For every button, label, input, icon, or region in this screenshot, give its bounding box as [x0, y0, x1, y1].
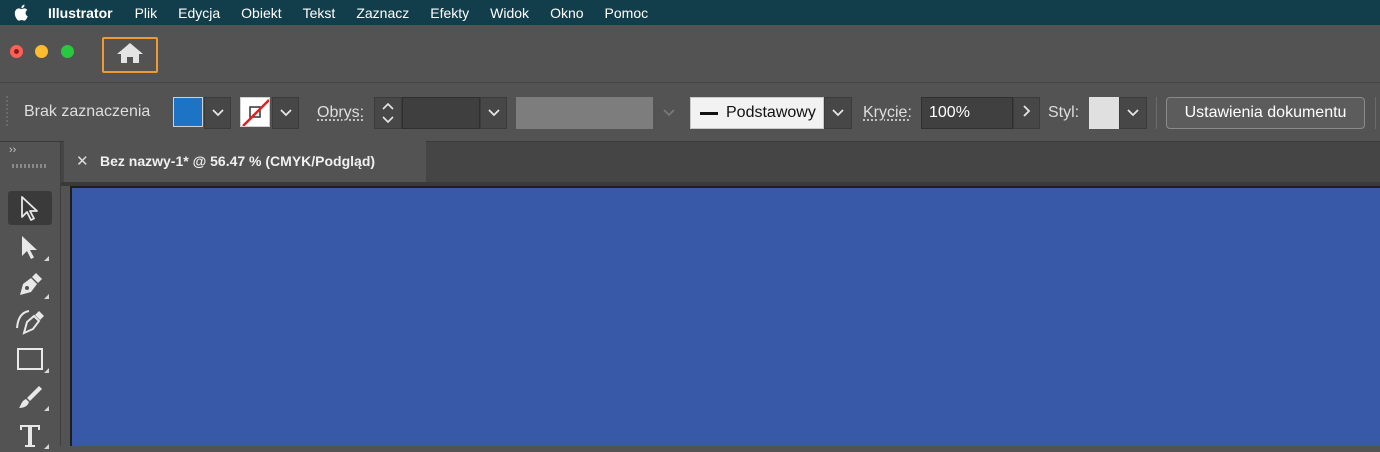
home-icon [116, 42, 144, 69]
stroke-weight-stepper[interactable] [374, 97, 402, 129]
direct-selection-tool[interactable] [8, 230, 52, 264]
type-tool-icon [17, 422, 43, 448]
home-button[interactable] [102, 37, 158, 73]
graphic-style-swatch[interactable] [1089, 97, 1119, 129]
selection-tool-icon [18, 195, 42, 221]
type-tool[interactable] [8, 418, 52, 452]
brush-stroke-icon [700, 112, 718, 115]
close-window-button[interactable] [10, 45, 23, 58]
apple-logo-icon[interactable] [14, 4, 32, 22]
curvature-tool-icon [15, 308, 45, 336]
brush-definition-label: Podstawowy [726, 104, 816, 122]
zoom-window-button[interactable] [61, 45, 74, 58]
window-title-bar [0, 25, 1380, 81]
menu-pomoc[interactable]: Pomoc [605, 5, 649, 21]
no-stroke-icon [241, 98, 270, 127]
menu-tekst[interactable]: Tekst [303, 5, 336, 21]
stroke-label[interactable]: Obrys: [317, 104, 364, 122]
pen-tool-icon [17, 272, 43, 298]
direct-selection-tool-icon [18, 234, 42, 260]
menu-plik[interactable]: Plik [135, 5, 158, 21]
chevron-down-icon [832, 104, 844, 122]
document-tab[interactable]: ✕ Bez nazwy-1* @ 56.47 % (CMYK/Podgląd) [64, 140, 426, 182]
brush-definition-field[interactable]: Podstawowy [690, 97, 824, 129]
close-tab-icon[interactable]: ✕ [76, 152, 90, 170]
stroke-weight-input[interactable] [402, 97, 480, 129]
opacity-input[interactable]: 100% [921, 97, 1013, 129]
menu-app-name[interactable]: Illustrator [48, 5, 113, 21]
opacity-value: 100% [929, 104, 970, 122]
menu-zaznacz[interactable]: Zaznacz [356, 5, 409, 21]
variable-width-profile-field [516, 97, 653, 129]
selection-tool[interactable] [8, 191, 52, 225]
rectangle-tool-icon [16, 347, 44, 371]
stroke-dropdown-button[interactable] [272, 97, 299, 129]
menu-edycja[interactable]: Edycja [178, 5, 220, 21]
menu-widok[interactable]: Widok [490, 5, 529, 21]
selection-status-label: Brak zaznaczenia [24, 103, 150, 121]
tools-panel-grip[interactable] [12, 164, 46, 168]
stroke-color-swatch[interactable] [240, 97, 270, 127]
variable-width-profile-dropdown [655, 97, 683, 129]
control-bar-divider [1375, 97, 1376, 129]
control-bar-grip[interactable] [6, 96, 8, 128]
chevron-down-icon [1127, 104, 1139, 122]
opacity-label[interactable]: Krycie: [863, 104, 912, 122]
stroke-weight-dropdown[interactable] [480, 97, 507, 129]
document-tab-title: Bez nazwy-1* @ 56.47 % (CMYK/Podgląd) [100, 153, 375, 169]
fill-color-swatch[interactable] [173, 97, 203, 127]
menu-bar: Illustrator Plik Edycja Obiekt Tekst Zaz… [0, 0, 1380, 25]
collapse-panel-icon[interactable]: ›› [9, 144, 16, 156]
opacity-slider-button[interactable] [1013, 97, 1040, 129]
style-dropdown-button[interactable] [1119, 97, 1147, 129]
minimize-window-button[interactable] [35, 45, 48, 58]
document-setup-button[interactable]: Ustawienia dokumentu [1166, 97, 1365, 129]
chevron-down-icon [488, 104, 500, 122]
menu-obiekt[interactable]: Obiekt [241, 5, 281, 21]
chevron-down-icon [212, 104, 224, 122]
paintbrush-tool[interactable] [8, 380, 52, 414]
fill-dropdown-button[interactable] [204, 97, 231, 129]
pen-tool[interactable] [8, 268, 52, 302]
rectangle-tool[interactable] [8, 342, 52, 376]
paintbrush-tool-icon [17, 384, 43, 410]
menu-okno[interactable]: Okno [550, 5, 583, 21]
chevron-down-icon [663, 109, 675, 117]
brush-dropdown-button[interactable] [824, 97, 852, 129]
control-bar-divider [1156, 97, 1157, 129]
curvature-tool[interactable] [8, 305, 52, 339]
chevron-down-icon [382, 116, 394, 123]
menu-efekty[interactable]: Efekty [430, 5, 469, 21]
chevron-right-icon [1023, 104, 1031, 122]
chevron-up-icon [382, 103, 394, 110]
artboard[interactable] [70, 186, 1380, 446]
chevron-down-icon [280, 104, 292, 122]
style-label: Styl: [1048, 104, 1079, 122]
